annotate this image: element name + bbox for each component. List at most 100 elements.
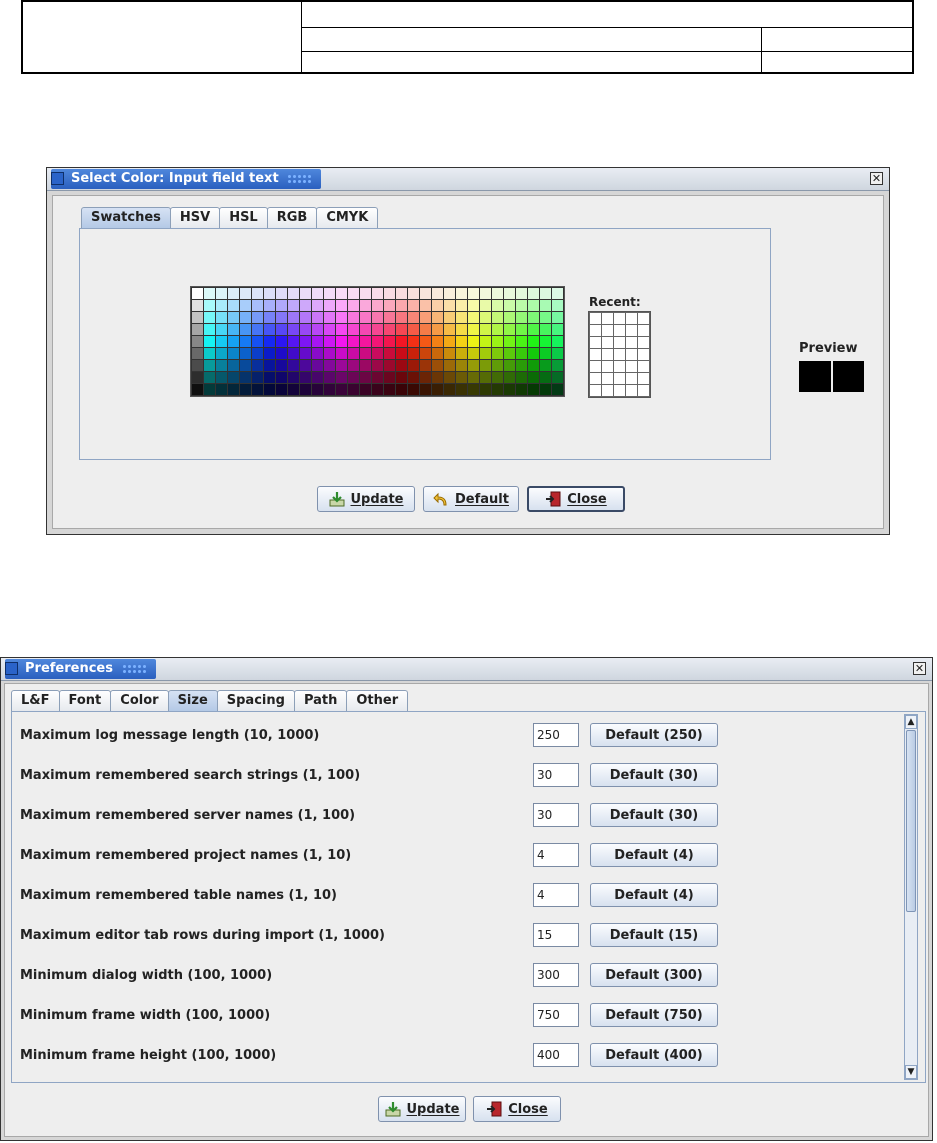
color-swatch[interactable] (420, 324, 431, 335)
recent-swatch[interactable] (602, 373, 613, 384)
color-swatch[interactable] (552, 312, 563, 323)
tab-hsl[interactable]: HSL (219, 207, 268, 228)
color-swatch[interactable] (396, 348, 407, 359)
color-swatch[interactable] (204, 348, 215, 359)
color-swatch[interactable] (528, 360, 539, 371)
tab-spacing[interactable]: Spacing (216, 690, 295, 711)
color-swatch[interactable] (480, 372, 491, 383)
recent-swatch[interactable] (626, 373, 637, 384)
color-swatch[interactable] (432, 288, 443, 299)
color-swatch[interactable] (240, 360, 251, 371)
color-swatch[interactable] (528, 300, 539, 311)
color-swatch[interactable] (324, 300, 335, 311)
color-swatch[interactable] (432, 312, 443, 323)
color-swatch[interactable] (252, 384, 263, 395)
color-swatch[interactable] (408, 300, 419, 311)
color-swatch[interactable] (336, 324, 347, 335)
color-swatch[interactable] (312, 324, 323, 335)
color-swatch[interactable] (540, 360, 551, 371)
color-swatch[interactable] (252, 360, 263, 371)
color-swatch[interactable] (372, 324, 383, 335)
color-swatch[interactable] (348, 324, 359, 335)
color-swatch[interactable] (516, 348, 527, 359)
recent-swatch[interactable] (590, 313, 601, 324)
tab-rgb[interactable]: RGB (266, 207, 318, 228)
color-swatch[interactable] (396, 324, 407, 335)
color-swatch[interactable] (324, 384, 335, 395)
color-swatch[interactable] (492, 360, 503, 371)
recent-swatch[interactable] (602, 337, 613, 348)
color-swatch[interactable] (216, 288, 227, 299)
color-swatch[interactable] (468, 300, 479, 311)
color-swatch[interactable] (264, 372, 275, 383)
color-swatch[interactable] (288, 372, 299, 383)
color-swatch[interactable] (492, 312, 503, 323)
recent-swatch[interactable] (614, 325, 625, 336)
color-swatch[interactable] (192, 360, 203, 371)
color-swatch[interactable] (192, 348, 203, 359)
color-swatch[interactable] (396, 372, 407, 383)
recent-swatch[interactable] (590, 361, 601, 372)
color-swatch[interactable] (456, 336, 467, 347)
color-swatch[interactable] (360, 288, 371, 299)
color-swatch[interactable] (264, 312, 275, 323)
tab-font[interactable]: Font (58, 690, 112, 711)
color-swatch[interactable] (552, 300, 563, 311)
color-swatch[interactable] (264, 288, 275, 299)
color-swatch[interactable] (276, 336, 287, 347)
close-button[interactable]: Close (527, 486, 625, 512)
color-swatch[interactable] (348, 348, 359, 359)
color-swatch[interactable] (300, 360, 311, 371)
color-swatch[interactable] (336, 384, 347, 395)
color-swatch[interactable] (528, 312, 539, 323)
color-swatch[interactable] (480, 336, 491, 347)
scroll-thumb[interactable] (906, 730, 916, 912)
color-swatch[interactable] (468, 372, 479, 383)
color-swatch[interactable] (492, 384, 503, 395)
color-swatch[interactable] (324, 312, 335, 323)
color-swatch[interactable] (204, 360, 215, 371)
tab-size[interactable]: Size (167, 690, 218, 711)
default-value-button[interactable]: Default (30) (590, 763, 718, 787)
color-swatch[interactable] (312, 360, 323, 371)
color-swatch[interactable] (348, 360, 359, 371)
color-swatch[interactable] (516, 324, 527, 335)
color-swatch[interactable] (384, 360, 395, 371)
color-swatch[interactable] (420, 312, 431, 323)
color-swatch[interactable] (324, 336, 335, 347)
color-swatch[interactable] (252, 288, 263, 299)
color-swatch[interactable] (276, 300, 287, 311)
color-swatch[interactable] (228, 336, 239, 347)
close-window-icon[interactable]: ✕ (870, 172, 883, 185)
color-swatch[interactable] (372, 336, 383, 347)
color-swatch[interactable] (288, 312, 299, 323)
color-swatch[interactable] (420, 300, 431, 311)
color-swatch[interactable] (432, 372, 443, 383)
setting-input[interactable]: 30 (533, 763, 579, 787)
color-swatch[interactable] (408, 372, 419, 383)
color-swatch[interactable] (504, 348, 515, 359)
color-swatch[interactable] (504, 384, 515, 395)
color-swatch[interactable] (336, 348, 347, 359)
color-swatch[interactable] (288, 360, 299, 371)
color-swatch[interactable] (276, 360, 287, 371)
color-swatch[interactable] (444, 372, 455, 383)
color-swatch[interactable] (192, 324, 203, 335)
setting-input[interactable]: 300 (533, 963, 579, 987)
color-swatch[interactable] (516, 336, 527, 347)
scroll-down-icon[interactable]: ▼ (905, 1065, 917, 1079)
color-swatch[interactable] (360, 300, 371, 311)
update-button[interactable]: Update (378, 1096, 466, 1122)
color-swatch[interactable] (240, 324, 251, 335)
default-value-button[interactable]: Default (4) (590, 843, 718, 867)
color-swatch[interactable] (276, 324, 287, 335)
recent-swatch[interactable] (638, 325, 649, 336)
color-swatch[interactable] (264, 348, 275, 359)
color-swatch[interactable] (408, 336, 419, 347)
color-swatch[interactable] (504, 336, 515, 347)
color-swatch[interactable] (288, 300, 299, 311)
color-swatch[interactable] (240, 384, 251, 395)
color-swatch[interactable] (384, 288, 395, 299)
color-swatch[interactable] (408, 360, 419, 371)
recent-swatch[interactable] (590, 373, 601, 384)
